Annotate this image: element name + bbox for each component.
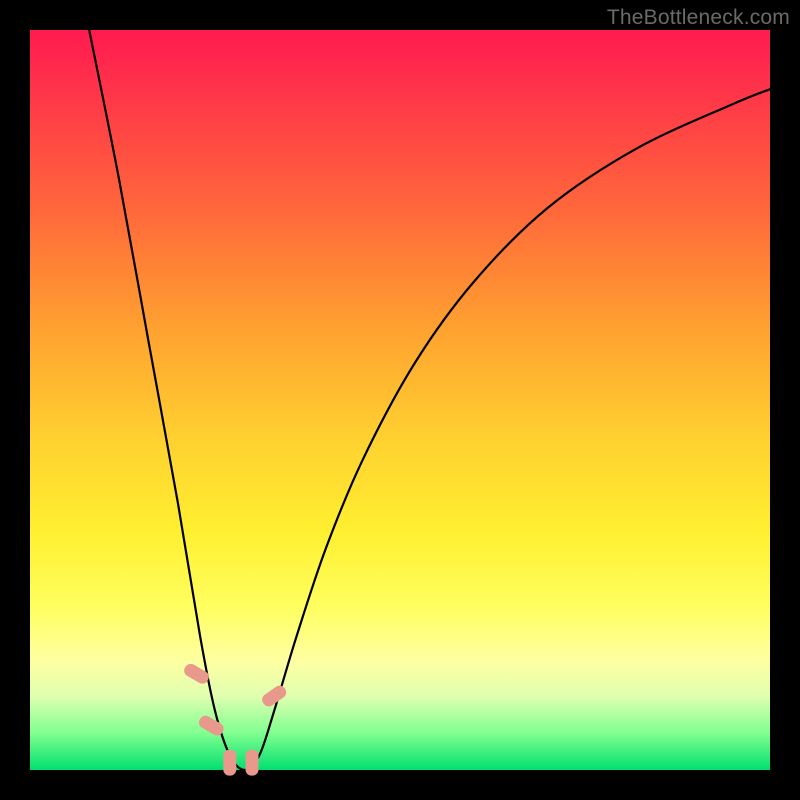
marker-bottom-1	[223, 750, 236, 776]
bottleneck-chart	[30, 30, 770, 770]
marker-bottom-2	[246, 750, 259, 776]
marker-right-1	[260, 683, 289, 709]
bottleneck-curve-line	[89, 30, 770, 770]
marker-left-1	[182, 662, 211, 686]
watermark-text: TheBottleneck.com	[607, 6, 790, 30]
